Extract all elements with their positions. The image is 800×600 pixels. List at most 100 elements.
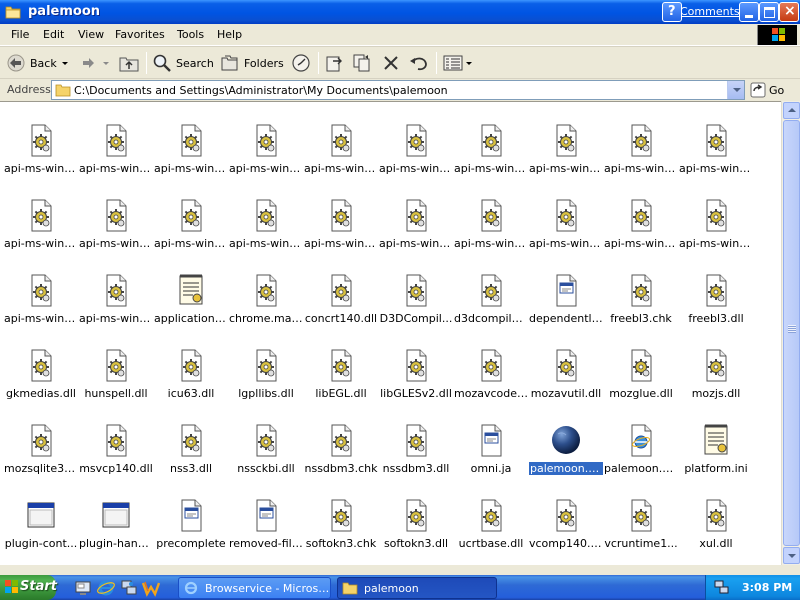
vertical-scrollbar[interactable] bbox=[781, 101, 800, 565]
file-item[interactable]: api-ms-win-... bbox=[304, 199, 378, 259]
search-button[interactable]: Search bbox=[152, 51, 214, 75]
menu-tools[interactable]: Tools bbox=[177, 28, 204, 41]
file-item[interactable]: api-ms-win-... bbox=[379, 199, 453, 259]
file-item[interactable]: mozavutil.dll bbox=[529, 349, 603, 409]
ie-icon[interactable] bbox=[97, 579, 115, 597]
file-item[interactable]: libEGL.dll bbox=[304, 349, 378, 409]
file-item[interactable]: nssdbm3.chk bbox=[304, 424, 378, 484]
winamp-icon[interactable] bbox=[142, 579, 160, 597]
file-item[interactable]: plugin-cont... bbox=[4, 499, 78, 559]
file-item[interactable]: nss3.dll bbox=[154, 424, 228, 484]
up-folder-button[interactable] bbox=[118, 51, 140, 75]
file-item[interactable]: hunspell.dll bbox=[79, 349, 153, 409]
menu-help[interactable]: Help bbox=[217, 28, 242, 41]
file-item[interactable]: freebl3.chk bbox=[604, 274, 678, 334]
scrollbar-thumb[interactable] bbox=[783, 120, 800, 546]
file-item[interactable]: mozavcodec... bbox=[454, 349, 528, 409]
file-item[interactable]: api-ms-win-... bbox=[604, 124, 678, 184]
comments-link[interactable]: Comments? bbox=[680, 5, 745, 18]
file-item[interactable]: vcruntime1... bbox=[604, 499, 678, 559]
file-item[interactable]: api-ms-win-... bbox=[529, 124, 603, 184]
undo-button[interactable] bbox=[408, 51, 430, 75]
menu-favorites[interactable]: Favorites bbox=[115, 28, 165, 41]
file-item[interactable]: lgpllibs.dll bbox=[229, 349, 303, 409]
file-item[interactable]: api-ms-win-... bbox=[679, 124, 753, 184]
views-button[interactable] bbox=[442, 51, 472, 75]
file-item[interactable]: chrome.man... bbox=[229, 274, 303, 334]
file-item[interactable]: api-ms-win-... bbox=[79, 274, 153, 334]
file-item[interactable]: plugin-hang... bbox=[79, 499, 153, 559]
folders-button[interactable]: Folders bbox=[220, 51, 284, 75]
file-item[interactable]: api-ms-win-... bbox=[4, 274, 78, 334]
forward-dropdown-icon[interactable] bbox=[103, 61, 109, 65]
file-item[interactable]: nssdbm3.dll bbox=[379, 424, 453, 484]
file-item[interactable]: api-ms-win-... bbox=[679, 199, 753, 259]
file-item[interactable]: freebl3.dll bbox=[679, 274, 753, 334]
file-item[interactable]: gkmedias.dll bbox=[4, 349, 78, 409]
file-item[interactable]: d3dcompiler... bbox=[454, 274, 528, 334]
file-item[interactable]: precomplete bbox=[154, 499, 228, 559]
file-item[interactable]: api-ms-win-... bbox=[79, 124, 153, 184]
file-item[interactable]: msvcp140.dll bbox=[79, 424, 153, 484]
menu-view[interactable]: View bbox=[78, 28, 104, 41]
file-item[interactable]: platform.ini bbox=[679, 424, 753, 484]
file-item[interactable]: concrt140.dll bbox=[304, 274, 378, 334]
file-item[interactable]: xul.dll bbox=[679, 499, 753, 559]
scroll-down-button[interactable] bbox=[783, 547, 800, 564]
move-to-button[interactable] bbox=[324, 51, 346, 75]
file-item[interactable]: api-ms-win-... bbox=[79, 199, 153, 259]
help-button[interactable]: ? bbox=[662, 2, 682, 22]
task-button-browservice[interactable]: Browservice - Microsoft ... bbox=[178, 577, 331, 599]
file-item[interactable]: D3DCompil... bbox=[379, 274, 453, 334]
file-item[interactable]: dependentli... bbox=[529, 274, 603, 334]
file-item[interactable]: removed-files bbox=[229, 499, 303, 559]
minimize-button[interactable] bbox=[739, 2, 759, 22]
views-dropdown-icon[interactable] bbox=[466, 61, 472, 65]
file-item[interactable]: api-ms-win-... bbox=[154, 124, 228, 184]
file-item[interactable]: icu63.dll bbox=[154, 349, 228, 409]
title-bar[interactable]: palemoon Comments? ? × bbox=[0, 0, 800, 24]
file-item[interactable]: api-ms-win-... bbox=[4, 199, 78, 259]
file-item[interactable]: api-ms-win-... bbox=[229, 199, 303, 259]
network-tray-icon[interactable] bbox=[714, 580, 730, 595]
copy-to-button[interactable] bbox=[352, 51, 374, 75]
file-item[interactable]: softokn3.chk bbox=[304, 499, 378, 559]
file-item[interactable]: application.ini bbox=[154, 274, 228, 334]
file-item[interactable]: palemoon.exe bbox=[529, 424, 603, 484]
clock[interactable]: 3:08 PM bbox=[742, 581, 792, 594]
address-dropdown-button[interactable] bbox=[727, 81, 744, 99]
file-item[interactable]: api-ms-win-... bbox=[454, 124, 528, 184]
network-icon[interactable] bbox=[120, 579, 138, 597]
file-item[interactable]: api-ms-win-... bbox=[304, 124, 378, 184]
file-item[interactable]: api-ms-win-... bbox=[4, 124, 78, 184]
file-item[interactable]: softokn3.dll bbox=[379, 499, 453, 559]
file-item[interactable]: vcomp140.dll bbox=[529, 499, 603, 559]
maximize-button[interactable] bbox=[759, 2, 779, 22]
file-item[interactable]: api-ms-win-... bbox=[229, 124, 303, 184]
show-desktop-icon[interactable] bbox=[74, 579, 92, 597]
go-button[interactable]: Go bbox=[750, 81, 784, 99]
address-input[interactable]: C:\Documents and Settings\Administrator\… bbox=[51, 80, 745, 100]
file-item[interactable]: api-ms-win-... bbox=[154, 199, 228, 259]
file-item[interactable]: omni.ja bbox=[454, 424, 528, 484]
back-button[interactable]: Back bbox=[6, 51, 68, 75]
file-item[interactable]: api-ms-win-... bbox=[604, 199, 678, 259]
file-item[interactable]: mozsqlite3.dll bbox=[4, 424, 78, 484]
history-button[interactable] bbox=[291, 51, 311, 75]
back-dropdown-icon[interactable] bbox=[61, 61, 68, 65]
close-button[interactable]: × bbox=[779, 2, 799, 22]
file-item[interactable]: ucrtbase.dll bbox=[454, 499, 528, 559]
scroll-up-button[interactable] bbox=[783, 102, 800, 119]
file-item[interactable]: palemoon.Vi... bbox=[604, 424, 678, 484]
menu-edit[interactable]: Edit bbox=[43, 28, 64, 41]
start-button[interactable]: Start bbox=[0, 575, 57, 600]
file-item[interactable]: api-ms-win-... bbox=[379, 124, 453, 184]
task-button-palemoon[interactable]: palemoon bbox=[337, 577, 497, 599]
file-item[interactable]: libGLESv2.dll bbox=[379, 349, 453, 409]
file-item[interactable]: mozglue.dll bbox=[604, 349, 678, 409]
file-item[interactable]: nssckbi.dll bbox=[229, 424, 303, 484]
file-item[interactable]: api-ms-win-... bbox=[529, 199, 603, 259]
file-item[interactable]: api-ms-win-... bbox=[454, 199, 528, 259]
file-list-view[interactable]: api-ms-win-... api-ms-win-... api-ms-win-.… bbox=[0, 101, 781, 565]
delete-button[interactable] bbox=[381, 51, 401, 75]
